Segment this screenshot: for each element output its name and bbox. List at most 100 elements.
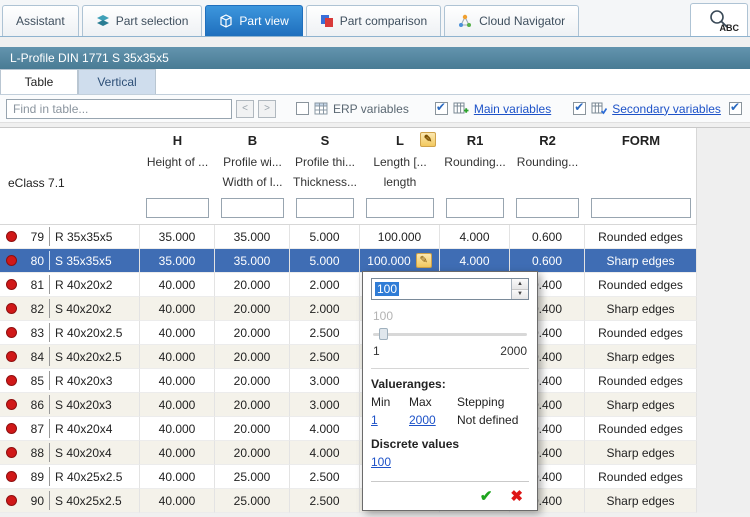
cell-b[interactable]: 20.000 bbox=[215, 369, 290, 393]
cell-r2[interactable]: 0.600 bbox=[510, 249, 585, 273]
row-name-cell[interactable]: 79 R 35x35x5 bbox=[0, 225, 140, 249]
cell-b[interactable]: 25.000 bbox=[215, 489, 290, 513]
cell-h[interactable]: 40.000 bbox=[140, 345, 215, 369]
table-row[interactable]: 87 R 40x20x4 40.000 20.000 4.000 0.400 R… bbox=[0, 417, 697, 441]
cell-h[interactable]: 35.000 bbox=[140, 225, 215, 249]
tab-table[interactable]: Table bbox=[0, 69, 78, 94]
cell-s[interactable]: 3.000 bbox=[290, 369, 360, 393]
cell-s[interactable]: 2.000 bbox=[290, 273, 360, 297]
table-row[interactable]: 90 S 40x25x2.5 40.000 25.000 2.500 0.400… bbox=[0, 489, 697, 513]
spin-down-button[interactable]: ▼ bbox=[512, 289, 528, 300]
tab-part-selection[interactable]: Part selection bbox=[82, 5, 203, 36]
row-name-cell[interactable]: 90 S 40x25x2.5 bbox=[0, 489, 140, 513]
cell-l[interactable]: 100.000 ✎ bbox=[360, 249, 440, 273]
row-name-cell[interactable]: 84 S 40x20x2.5 bbox=[0, 345, 140, 369]
secondary-variables-link[interactable]: Secondary variables bbox=[612, 102, 721, 116]
cell-form[interactable]: Sharp edges bbox=[585, 441, 697, 465]
row-name-cell[interactable]: 87 R 40x20x4 bbox=[0, 417, 140, 441]
main-variables-link[interactable]: Main variables bbox=[474, 102, 551, 116]
cell-b[interactable]: 35.000 bbox=[215, 225, 290, 249]
tab-part-comparison[interactable]: Part comparison bbox=[306, 5, 441, 36]
cell-l[interactable]: 100.000 bbox=[360, 225, 440, 249]
edit-value-icon[interactable]: ✎ bbox=[416, 253, 432, 268]
cell-h[interactable]: 40.000 bbox=[140, 321, 215, 345]
filter-l-input[interactable] bbox=[366, 198, 434, 218]
cell-form[interactable]: Rounded edges bbox=[585, 369, 697, 393]
tab-part-view[interactable]: Part view bbox=[205, 5, 302, 36]
table-row[interactable]: 84 S 40x20x2.5 40.000 20.000 2.500 0.400… bbox=[0, 345, 697, 369]
filter-h-input[interactable] bbox=[146, 198, 209, 218]
min-value-link[interactable]: 1 bbox=[371, 413, 378, 427]
spin-up-button[interactable]: ▲ bbox=[512, 279, 528, 289]
filter-r1-input[interactable] bbox=[446, 198, 504, 218]
cell-h[interactable]: 40.000 bbox=[140, 441, 215, 465]
row-name-cell[interactable]: 83 R 40x20x2.5 bbox=[0, 321, 140, 345]
cell-h[interactable]: 40.000 bbox=[140, 465, 215, 489]
table-row[interactable]: 89 R 40x25x2.5 40.000 25.000 2.500 0.400… bbox=[0, 465, 697, 489]
cell-b[interactable]: 20.000 bbox=[215, 345, 290, 369]
cell-s[interactable]: 2.500 bbox=[290, 465, 360, 489]
cell-form[interactable]: Sharp edges bbox=[585, 489, 697, 513]
cell-s[interactable]: 2.000 bbox=[290, 297, 360, 321]
cell-form[interactable]: Rounded edges bbox=[585, 321, 697, 345]
prev-match-button[interactable]: < bbox=[236, 100, 254, 118]
cell-b[interactable]: 20.000 bbox=[215, 321, 290, 345]
erp-variables-checkbox[interactable] bbox=[296, 102, 309, 115]
cell-form[interactable]: Rounded edges bbox=[585, 465, 697, 489]
value-slider[interactable] bbox=[373, 327, 527, 341]
accept-button[interactable]: ✔ bbox=[480, 487, 493, 505]
cell-h[interactable]: 35.000 bbox=[140, 249, 215, 273]
cell-form[interactable]: Sharp edges bbox=[585, 345, 697, 369]
table-row[interactable]: 80 S 35x35x5 35.000 35.000 5.000 100.000… bbox=[0, 249, 697, 273]
cell-form[interactable]: Sharp edges bbox=[585, 393, 697, 417]
cell-form[interactable]: Rounded edges bbox=[585, 225, 697, 249]
table-row[interactable]: 85 R 40x20x3 40.000 20.000 3.000 0.400 R… bbox=[0, 369, 697, 393]
cell-form[interactable]: Rounded edges bbox=[585, 417, 697, 441]
row-name-cell[interactable]: 89 R 40x25x2.5 bbox=[0, 465, 140, 489]
table-row[interactable]: 86 S 40x20x3 40.000 20.000 3.000 0.400 S… bbox=[0, 393, 697, 417]
tab-assistant[interactable]: Assistant bbox=[2, 5, 79, 36]
table-row[interactable]: 81 R 40x20x2 40.000 20.000 2.000 0.400 R… bbox=[0, 273, 697, 297]
cell-b[interactable]: 20.000 bbox=[215, 273, 290, 297]
cell-s[interactable]: 5.000 bbox=[290, 225, 360, 249]
cancel-button[interactable]: ✖ bbox=[510, 487, 523, 505]
cell-s[interactable]: 2.500 bbox=[290, 489, 360, 513]
cell-s[interactable]: 2.500 bbox=[290, 321, 360, 345]
additional-variables-checkbox[interactable] bbox=[729, 102, 742, 115]
cell-b[interactable]: 20.000 bbox=[215, 297, 290, 321]
cell-h[interactable]: 40.000 bbox=[140, 369, 215, 393]
row-name-cell[interactable]: 82 S 40x20x2 bbox=[0, 297, 140, 321]
row-name-cell[interactable]: 81 R 40x20x2 bbox=[0, 273, 140, 297]
discrete-value-link[interactable]: 100 bbox=[371, 455, 391, 469]
table-row[interactable]: 79 R 35x35x5 35.000 35.000 5.000 100.000… bbox=[0, 225, 697, 249]
table-row[interactable]: 88 S 40x20x4 40.000 20.000 4.000 0.400 S… bbox=[0, 441, 697, 465]
filter-r2-input[interactable] bbox=[516, 198, 579, 218]
cell-s[interactable]: 4.000 bbox=[290, 441, 360, 465]
value-spinbox[interactable]: 100 ▲ ▼ bbox=[371, 278, 529, 300]
cell-h[interactable]: 40.000 bbox=[140, 417, 215, 441]
row-name-cell[interactable]: 88 S 40x20x4 bbox=[0, 441, 140, 465]
cell-b[interactable]: 35.000 bbox=[215, 249, 290, 273]
cell-b[interactable]: 20.000 bbox=[215, 393, 290, 417]
find-in-table-input[interactable] bbox=[6, 99, 232, 119]
cell-b[interactable]: 25.000 bbox=[215, 465, 290, 489]
slider-handle[interactable] bbox=[379, 328, 388, 340]
cell-form[interactable]: Rounded edges bbox=[585, 273, 697, 297]
cell-b[interactable]: 20.000 bbox=[215, 417, 290, 441]
cell-h[interactable]: 40.000 bbox=[140, 297, 215, 321]
max-value-link[interactable]: 2000 bbox=[409, 413, 436, 427]
filter-s-input[interactable] bbox=[296, 198, 354, 218]
next-match-button[interactable]: > bbox=[258, 100, 276, 118]
fulltext-search-button[interactable]: ABC bbox=[690, 3, 748, 36]
cell-s[interactable]: 5.000 bbox=[290, 249, 360, 273]
cell-form[interactable]: Sharp edges bbox=[585, 297, 697, 321]
cell-h[interactable]: 40.000 bbox=[140, 489, 215, 513]
table-row[interactable]: 83 R 40x20x2.5 40.000 20.000 2.500 0.400… bbox=[0, 321, 697, 345]
edit-column-icon[interactable]: ✎ bbox=[420, 132, 436, 147]
tab-vertical[interactable]: Vertical bbox=[78, 69, 156, 94]
cell-b[interactable]: 20.000 bbox=[215, 441, 290, 465]
cell-r2[interactable]: 0.600 bbox=[510, 225, 585, 249]
cell-form[interactable]: Sharp edges bbox=[585, 249, 697, 273]
cell-s[interactable]: 4.000 bbox=[290, 417, 360, 441]
row-name-cell[interactable]: 86 S 40x20x3 bbox=[0, 393, 140, 417]
